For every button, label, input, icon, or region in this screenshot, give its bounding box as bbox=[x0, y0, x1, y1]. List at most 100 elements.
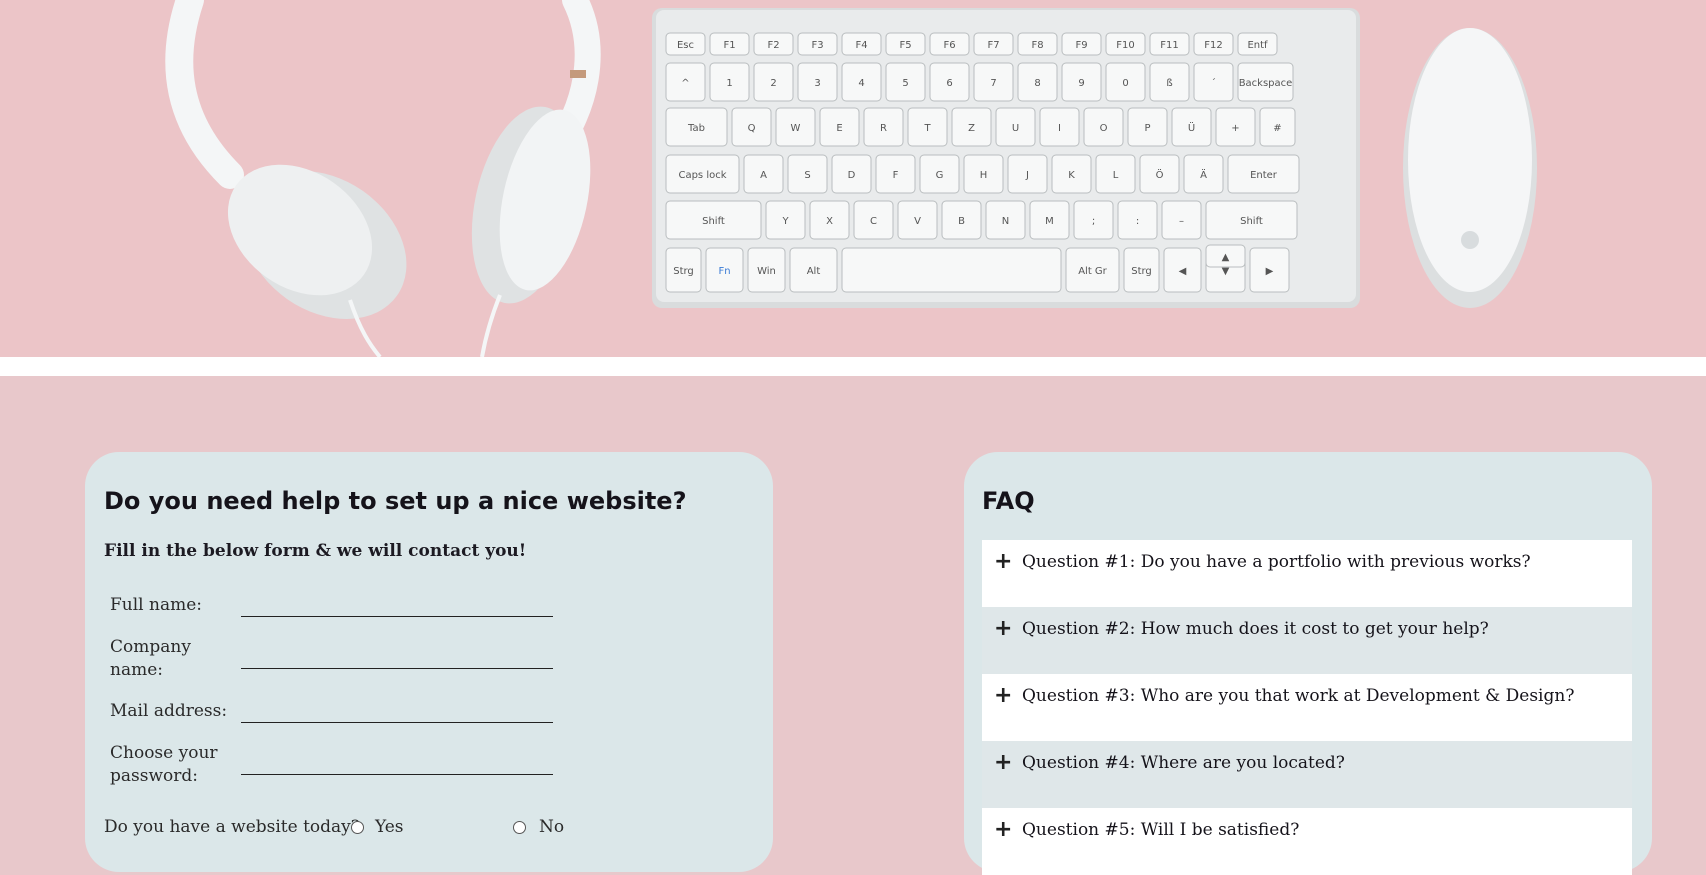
faq-item-4[interactable]: + Question #4: Where are you located? bbox=[982, 741, 1632, 808]
keyboard-key-label: F9 bbox=[1075, 40, 1087, 51]
plus-icon: + bbox=[994, 817, 1013, 842]
keyboard-key-label: N bbox=[1002, 216, 1009, 227]
keyboard-key-label: F8 bbox=[1031, 40, 1043, 51]
yes-radio-label: Yes bbox=[375, 817, 404, 837]
plus-icon: + bbox=[994, 750, 1013, 775]
keyboard-key-label: ^ bbox=[681, 78, 689, 89]
keyboard-key-label: R bbox=[880, 123, 887, 134]
keyboard-key-label: Caps lock bbox=[678, 170, 726, 181]
keyboard-key-label: 8 bbox=[1034, 78, 1040, 89]
keyboard-key-label: Shift bbox=[1240, 216, 1263, 227]
keyboard-key-label: Alt Gr bbox=[1078, 266, 1107, 277]
keyboard-key-label: Ö bbox=[1156, 168, 1164, 181]
form-title: Do you need help to set up a nice websit… bbox=[104, 487, 687, 515]
full-name-input[interactable] bbox=[241, 616, 553, 617]
faq-item-3[interactable]: + Question #3: Who are you that work at … bbox=[982, 674, 1632, 741]
faq-question-5: Question #5: Will I be satisfied? bbox=[1022, 820, 1300, 840]
yes-radio[interactable] bbox=[351, 821, 364, 834]
headphones-icon bbox=[165, 0, 601, 357]
keyboard-key-label: ▼ bbox=[1222, 266, 1230, 277]
keyboard-key-label: 1 bbox=[726, 78, 732, 89]
keyboard-key-label: P bbox=[1144, 123, 1150, 134]
website-question: Do you have a website today? bbox=[104, 817, 360, 837]
keyboard-key-label: F7 bbox=[987, 40, 999, 51]
faq-item-1[interactable]: + Question #1: Do you have a portfolio w… bbox=[982, 540, 1632, 607]
no-radio[interactable] bbox=[513, 821, 526, 834]
keyboard-key-label: 5 bbox=[902, 78, 908, 89]
keyboard-key-label: – bbox=[1179, 216, 1184, 227]
keyboard-key-label: Z bbox=[968, 123, 975, 134]
keyboard-key-label: F2 bbox=[767, 40, 779, 51]
password-label: Choose your password: bbox=[110, 743, 218, 786]
keyboard-key-label: G bbox=[936, 170, 944, 181]
keyboard-icon: Esc F1 F2 F3 F4 F5 F6 F7 F8 F9 F10 F11 F12 Entf^ 1 2 3 4 5… bbox=[652, 8, 1360, 308]
keyboard-key-label: F bbox=[893, 170, 899, 181]
keyboard-key-label: I bbox=[1058, 123, 1061, 134]
hero-image: Esc F1 F2 F3 F4 F5 F6 F7 F8 F9 F10 F11 F12 Entf ^ 1 2 3 4 5… bbox=[0, 0, 1706, 357]
keyboard-key-label: 6 bbox=[946, 78, 952, 89]
keyboard-key-label: Ü bbox=[1188, 121, 1195, 134]
mail-address-input[interactable] bbox=[241, 722, 553, 723]
faq-card: FAQ + Question #1: Do you have a portfol… bbox=[964, 452, 1652, 875]
keyboard-key-label: ▶ bbox=[1266, 266, 1274, 277]
keyboard-key-label: L bbox=[1113, 170, 1119, 181]
no-radio-label: No bbox=[539, 817, 565, 837]
keyboard-key-label: ´ bbox=[1211, 77, 1216, 89]
keyboard-key-label: Win bbox=[757, 266, 776, 277]
keyboard-key-label: Entf bbox=[1247, 40, 1268, 51]
keyboard-key-label: F5 bbox=[899, 40, 911, 51]
keyboard-key-label: ◀ bbox=[1179, 266, 1187, 277]
keyboard-key-label: Esc bbox=[677, 40, 694, 51]
keyboard-key-label: S bbox=[804, 170, 810, 181]
keyboard-key-label: 9 bbox=[1078, 78, 1084, 89]
keyboard-key-label: F1 bbox=[723, 40, 735, 51]
keyboard-key-label: B bbox=[958, 216, 965, 227]
form-subtitle: Fill in the below form & we will contact… bbox=[104, 541, 527, 561]
plus-icon: + bbox=[994, 683, 1013, 708]
faq-item-5[interactable]: + Question #5: Will I be satisfied? bbox=[982, 808, 1632, 875]
keyboard-key-label: W bbox=[791, 123, 801, 134]
keyboard-key-label: M bbox=[1045, 216, 1054, 227]
password-input[interactable] bbox=[241, 774, 553, 775]
keyboard-key-label: : bbox=[1136, 216, 1139, 227]
keyboard-key bbox=[841, 247, 1062, 293]
keyboard-key-label: Enter bbox=[1250, 170, 1278, 181]
keyboard-key-label: U bbox=[1012, 123, 1019, 134]
keyboard-key-label: C bbox=[870, 216, 877, 227]
contact-form-card: Do you need help to set up a nice websit… bbox=[85, 452, 773, 872]
keyboard-key-label: X bbox=[826, 216, 833, 227]
keyboard-key-label: F10 bbox=[1116, 40, 1134, 51]
hero-divider bbox=[0, 357, 1706, 376]
faq-question-1: Question #1: Do you have a portfolio wit… bbox=[1022, 552, 1531, 572]
keyboard-key-label: 4 bbox=[858, 78, 864, 89]
company-name-input[interactable] bbox=[241, 668, 553, 669]
faq-question-2: Question #2: How much does it cost to ge… bbox=[1022, 619, 1489, 639]
keyboard-key-label: Backspace bbox=[1239, 78, 1293, 89]
keyboard-key-label: V bbox=[914, 216, 921, 227]
hero-illustration: Esc F1 F2 F3 F4 F5 F6 F7 F8 F9 F10 F11 F12 Entf^ 1 2 3 4 5… bbox=[165, 0, 1537, 357]
keyboard-key-label: # bbox=[1273, 123, 1281, 134]
keyboard-key-label: 0 bbox=[1122, 78, 1128, 89]
faq-item-2[interactable]: + Question #2: How much does it cost to … bbox=[982, 607, 1632, 674]
keyboard-key-label: F12 bbox=[1204, 40, 1222, 51]
faq-question-3: Question #3: Who are you that work at De… bbox=[1022, 686, 1575, 706]
keyboard-key-label: ; bbox=[1092, 216, 1095, 227]
keyboard-key-label: Strg bbox=[1131, 266, 1152, 277]
keyboard-key-label: ▲ bbox=[1222, 252, 1230, 263]
keyboard-key-label: Q bbox=[748, 123, 756, 134]
keyboard-key-label: J bbox=[1025, 170, 1029, 181]
keyboard-key-label: Fn bbox=[718, 266, 730, 277]
keyboard-key-label: F4 bbox=[855, 40, 867, 51]
keyboard-key-label: F3 bbox=[811, 40, 823, 51]
mail-address-label: Mail address: bbox=[110, 701, 228, 721]
keyboard-key-label: K bbox=[1068, 170, 1075, 181]
keyboard-key-label: O bbox=[1100, 123, 1108, 134]
keyboard-key-label: F11 bbox=[1160, 40, 1178, 51]
keyboard-key-label: F6 bbox=[943, 40, 955, 51]
faq-question-4: Question #4: Where are you located? bbox=[1022, 753, 1345, 773]
keyboard-key-label: 7 bbox=[990, 78, 996, 89]
keyboard-key-label: Alt bbox=[807, 266, 821, 277]
plus-icon: + bbox=[994, 616, 1013, 641]
keyboard-key-label: + bbox=[1231, 123, 1239, 134]
keyboard-key-label: Tab bbox=[687, 123, 705, 134]
